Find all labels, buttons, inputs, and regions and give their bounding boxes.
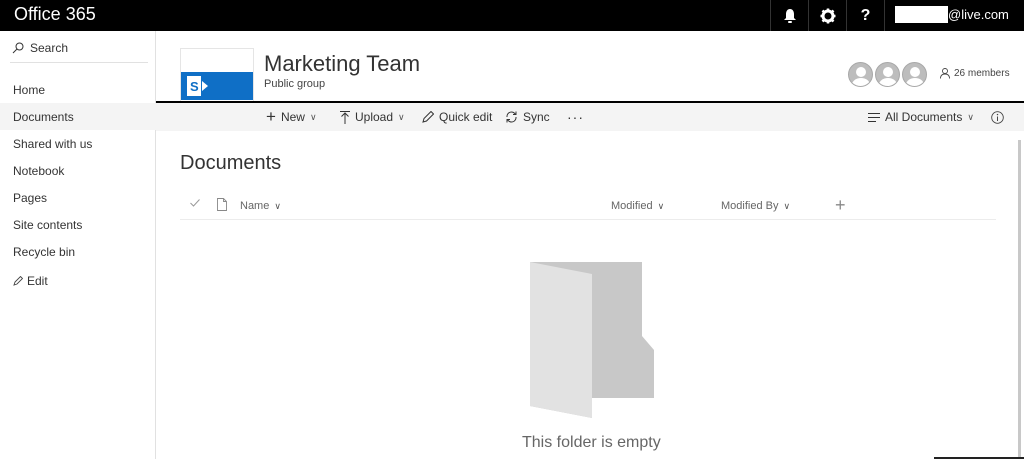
chevron-down-icon: ∨ — [398, 111, 405, 122]
view-label: All Documents — [885, 110, 963, 124]
pencil-icon — [422, 111, 434, 123]
modified-by-column-label: Modified By — [721, 200, 779, 212]
avatar[interactable] — [875, 62, 900, 87]
site-subtitle: Public group — [264, 78, 326, 90]
nav-item-notebook[interactable]: Notebook — [0, 157, 156, 184]
upload-arrow-icon — [340, 110, 350, 124]
pencil-icon — [13, 275, 23, 286]
sync-button[interactable]: Sync — [505, 103, 550, 131]
chevron-down-icon: ∨ — [309, 111, 317, 122]
gear-icon — [820, 8, 835, 23]
quick-edit-button[interactable]: Quick edit — [422, 103, 492, 131]
person-icon — [940, 68, 950, 79]
redacted-username — [895, 6, 948, 23]
help-button[interactable]: ? — [846, 0, 884, 31]
empty-folder-illustration — [530, 262, 654, 418]
file-type-column[interactable] — [217, 198, 227, 211]
settings-button[interactable] — [808, 0, 846, 31]
column-header-row: Name ∨ Modified ∨ Modified By ∨ + — [180, 193, 996, 220]
chevron-down-icon: ∨ — [274, 200, 281, 211]
nav-item-shared-with-us[interactable]: Shared with us — [0, 130, 156, 157]
svg-text:S: S — [190, 79, 199, 94]
nav-item-documents[interactable]: Documents — [0, 103, 156, 130]
site-title: Marketing Team — [264, 51, 421, 76]
search-underline — [10, 62, 148, 63]
user-email: @live.com — [948, 7, 1009, 22]
vertical-scrollbar[interactable] — [1018, 140, 1021, 457]
new-button[interactable]: + New ∨ — [266, 103, 317, 131]
search-box[interactable]: Search — [12, 41, 68, 55]
select-all-checkbox[interactable] — [190, 199, 200, 207]
checkmark-icon — [190, 199, 200, 207]
add-column-button[interactable]: + — [835, 195, 846, 216]
nav-item-home[interactable]: Home — [0, 76, 156, 103]
modified-column-label: Modified — [611, 200, 653, 212]
upload-button[interactable]: Upload ∨ — [340, 103, 405, 131]
view-selector[interactable]: All Documents ∨ — [868, 103, 974, 131]
info-icon — [991, 110, 1004, 124]
notifications-button[interactable] — [770, 0, 808, 31]
chevron-down-icon: ∨ — [783, 200, 791, 211]
avatar[interactable] — [902, 62, 927, 87]
nav-item-pages[interactable]: Pages — [0, 184, 156, 211]
modified-by-column-header[interactable]: Modified By ∨ — [721, 200, 790, 212]
bell-icon — [783, 8, 796, 23]
app-title[interactable]: Office 365 — [14, 4, 96, 25]
lines-icon — [868, 112, 880, 122]
member-avatars[interactable] — [848, 62, 927, 87]
sharepoint-logo-band: S — [181, 72, 253, 100]
plus-icon: + — [266, 107, 276, 126]
chevron-down-icon: ∨ — [967, 111, 974, 122]
account-button[interactable]: @live.com — [884, 0, 1024, 31]
name-column-header[interactable]: Name ∨ — [240, 200, 281, 212]
nav-item-site-contents[interactable]: Site contents — [0, 211, 156, 238]
empty-folder-message: This folder is empty — [522, 434, 661, 451]
nav-item-recycle-bin[interactable]: Recycle bin — [0, 238, 156, 265]
library-title: Documents — [180, 152, 282, 174]
command-bar: + New ∨ Upload ∨ Quick edit Sync ··· All… — [156, 103, 1024, 131]
sync-label: Sync — [523, 110, 550, 124]
left-navigation: Search Home Documents Shared with us Not… — [0, 31, 156, 459]
new-label: New — [280, 110, 305, 124]
avatar[interactable] — [848, 62, 873, 87]
members-count: 26 members — [954, 68, 1010, 79]
search-icon — [12, 42, 24, 54]
members-link[interactable]: 26 members — [940, 68, 1010, 79]
nav-edit-link[interactable]: Edit — [0, 267, 156, 294]
help-icon: ? — [860, 6, 871, 24]
modified-column-header[interactable]: Modified ∨ — [611, 200, 664, 212]
sync-icon — [506, 111, 517, 123]
upload-label: Upload — [355, 110, 394, 124]
suite-bar: Office 365 ? @live.com — [0, 0, 1024, 31]
quick-edit-label: Quick edit — [439, 110, 493, 124]
document-icon — [217, 198, 227, 211]
info-button[interactable] — [991, 103, 1004, 131]
chevron-down-icon: ∨ — [657, 200, 665, 211]
nav-edit-label: Edit — [27, 273, 48, 288]
name-column-label: Name — [240, 200, 270, 212]
sharepoint-icon: S — [187, 76, 208, 96]
search-label: Search — [30, 41, 69, 55]
more-commands-button[interactable]: ··· — [567, 103, 584, 131]
